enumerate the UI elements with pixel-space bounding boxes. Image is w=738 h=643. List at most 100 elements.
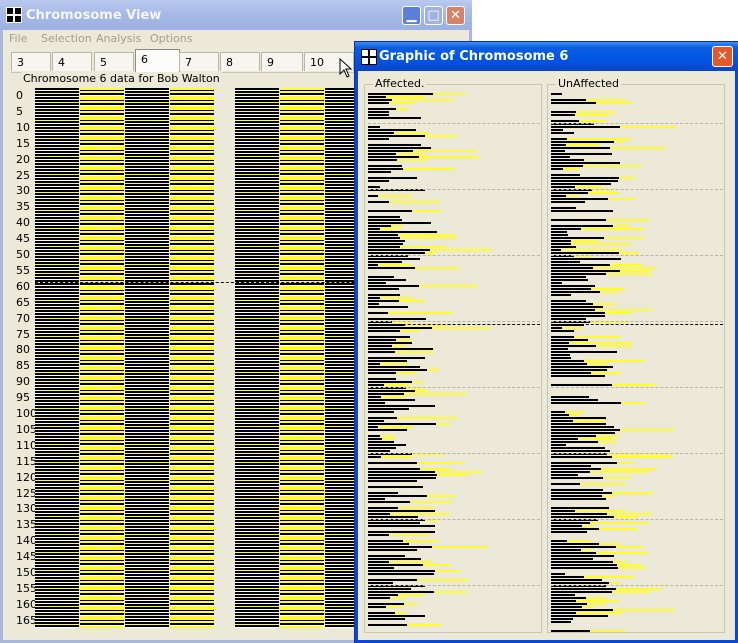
bar bbox=[368, 153, 397, 155]
bar bbox=[551, 468, 601, 470]
graphic-titlebar[interactable]: Graphic of Chromosome 6 ✕ bbox=[355, 42, 738, 71]
bar bbox=[551, 270, 620, 272]
position-label: 5 bbox=[16, 104, 23, 118]
bar bbox=[551, 207, 576, 209]
bar bbox=[611, 456, 672, 458]
bar bbox=[593, 267, 656, 269]
bar bbox=[603, 237, 646, 239]
bar bbox=[551, 615, 609, 617]
bar bbox=[368, 249, 430, 251]
bar bbox=[391, 225, 403, 227]
tab-chromosome-8[interactable]: 8 bbox=[220, 52, 260, 71]
main-titlebar[interactable]: Chromosome View ▁ □ ✕ bbox=[0, 0, 472, 30]
bar bbox=[381, 438, 395, 440]
bar bbox=[368, 450, 391, 452]
tab-chromosome-4[interactable]: 4 bbox=[52, 52, 92, 71]
bar bbox=[368, 480, 418, 482]
bar bbox=[368, 588, 411, 590]
tab-chromosome-6[interactable]: 6 bbox=[135, 49, 180, 72]
menu-options[interactable]: Options bbox=[150, 32, 192, 45]
bar bbox=[368, 210, 413, 212]
bar bbox=[368, 567, 394, 569]
bar bbox=[575, 111, 617, 113]
bar bbox=[565, 144, 600, 146]
position-label: 145 bbox=[16, 550, 37, 564]
bar bbox=[368, 420, 384, 422]
bar bbox=[381, 456, 412, 458]
bar bbox=[368, 288, 399, 290]
bar bbox=[380, 363, 409, 365]
bar bbox=[368, 399, 416, 401]
bar bbox=[397, 417, 457, 419]
bar bbox=[368, 312, 389, 314]
bar bbox=[368, 111, 390, 113]
bar bbox=[368, 405, 435, 407]
bar bbox=[368, 525, 436, 527]
close-button[interactable]: ✕ bbox=[712, 46, 733, 67]
tab-chromosome-9[interactable]: 9 bbox=[261, 52, 303, 71]
menu-selection[interactable]: Selection bbox=[41, 32, 92, 45]
bar bbox=[368, 396, 381, 398]
bar bbox=[368, 366, 421, 368]
grid-column bbox=[80, 88, 124, 628]
bar bbox=[551, 93, 562, 95]
bar bbox=[368, 558, 422, 560]
bar bbox=[551, 444, 567, 446]
bar bbox=[379, 228, 398, 230]
bar bbox=[368, 318, 427, 320]
bar bbox=[368, 342, 413, 344]
bar bbox=[611, 492, 653, 494]
bar bbox=[551, 180, 618, 182]
grid-column bbox=[170, 88, 214, 628]
bar bbox=[380, 396, 405, 398]
position-label: 80 bbox=[16, 343, 30, 357]
row-separator bbox=[368, 255, 540, 256]
bar bbox=[584, 576, 635, 578]
bar bbox=[578, 438, 614, 440]
bar bbox=[551, 306, 603, 308]
menu-analysis[interactable]: Analysis bbox=[96, 32, 141, 45]
tab-chromosome-7[interactable]: 7 bbox=[179, 52, 219, 71]
bar bbox=[368, 474, 437, 476]
bar bbox=[368, 531, 435, 533]
position-label: 85 bbox=[16, 359, 30, 373]
bar bbox=[551, 372, 591, 374]
row-separator bbox=[551, 255, 723, 256]
bar bbox=[551, 429, 620, 431]
bar bbox=[551, 219, 607, 221]
bar bbox=[368, 369, 427, 371]
position-label: 20 bbox=[16, 152, 30, 166]
bar bbox=[551, 375, 606, 377]
bar bbox=[551, 621, 571, 623]
position-label: 40 bbox=[16, 216, 30, 230]
bar bbox=[614, 516, 639, 518]
tab-chromosome-3[interactable]: 3 bbox=[11, 52, 51, 71]
bar bbox=[579, 120, 606, 122]
tab-chromosome-5[interactable]: 5 bbox=[94, 52, 134, 71]
maximize-button[interactable]: □ bbox=[424, 6, 443, 25]
bar bbox=[582, 165, 643, 167]
bar bbox=[368, 180, 389, 182]
bar bbox=[551, 315, 606, 317]
bar bbox=[615, 546, 645, 548]
bar bbox=[551, 186, 575, 188]
bar bbox=[368, 435, 380, 437]
bar bbox=[551, 120, 580, 122]
bar bbox=[378, 195, 413, 197]
bar bbox=[397, 234, 455, 236]
close-button[interactable]: ✕ bbox=[446, 6, 465, 25]
position-label: 130 bbox=[16, 502, 37, 516]
bar bbox=[368, 132, 395, 134]
menu-file[interactable]: File bbox=[9, 32, 27, 45]
bar bbox=[590, 471, 649, 473]
bar bbox=[616, 588, 661, 590]
position-label: 10 bbox=[16, 120, 30, 134]
bar bbox=[551, 600, 576, 602]
bar bbox=[551, 516, 615, 518]
bar bbox=[368, 177, 417, 179]
position-label: 100 bbox=[16, 407, 37, 420]
bar bbox=[419, 285, 477, 287]
bar bbox=[368, 357, 425, 359]
minimize-button[interactable]: ▁ bbox=[402, 6, 421, 25]
bar bbox=[368, 231, 437, 233]
